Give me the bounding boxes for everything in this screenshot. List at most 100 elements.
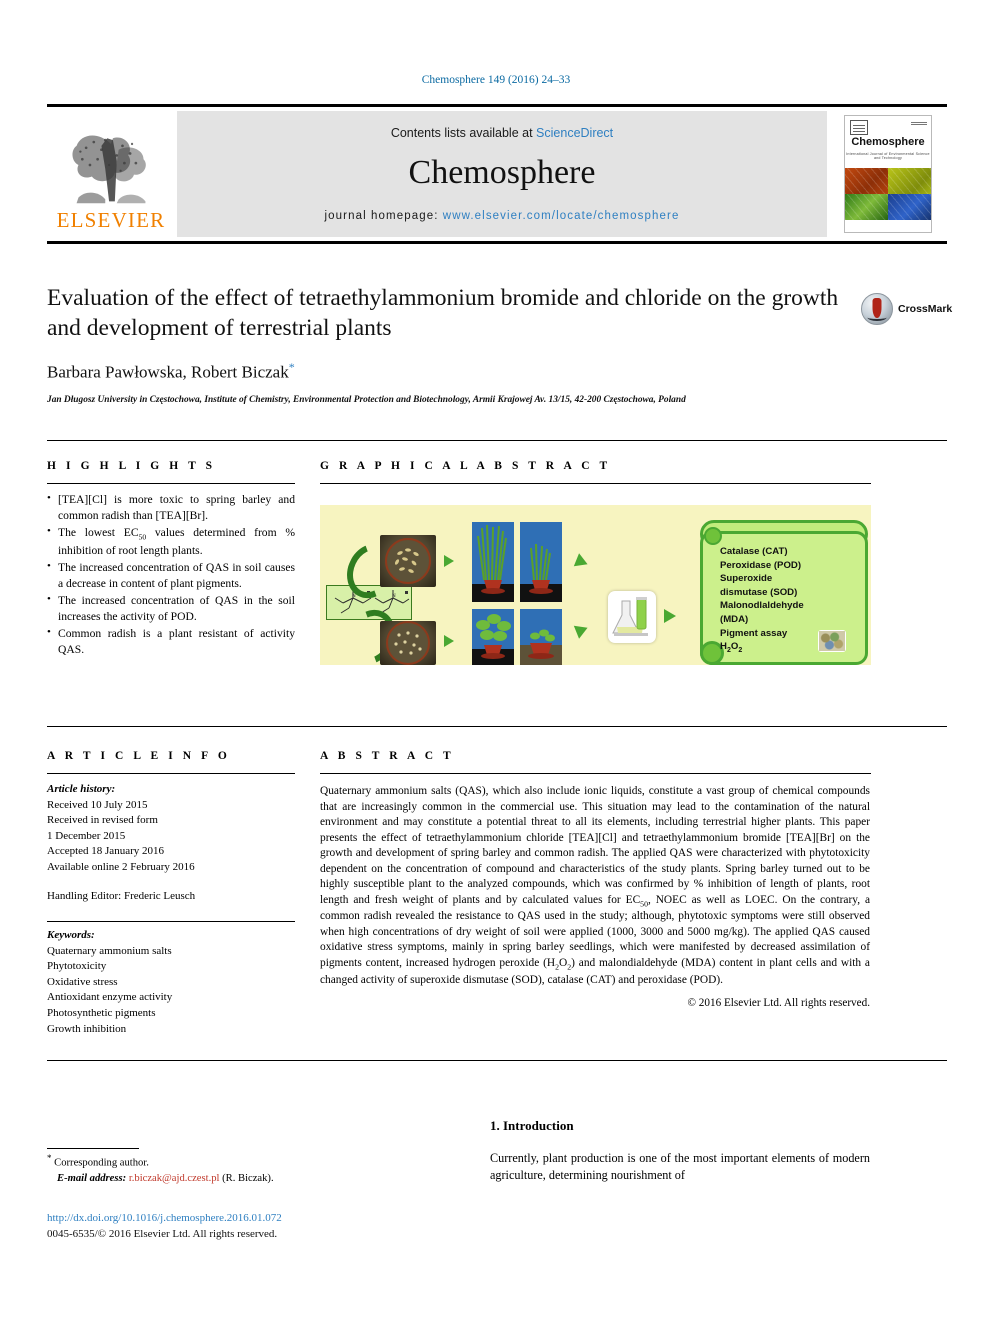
graphical-abstract-figure: N N Catalase (CAT) Peroxidase (POD) Supe…: [320, 505, 871, 665]
journal-masthead: ELSEVIER Contents lists available at Sci…: [47, 104, 947, 244]
cover-leaf-grid: [845, 168, 931, 220]
received-date: Received 10 July 2015: [47, 798, 148, 811]
email-owner: (R. Biczak).: [222, 1172, 274, 1184]
radish-seeds-icon: [386, 621, 430, 665]
cover-elsevier-icon: [850, 120, 868, 135]
highlight-text: Common radish is a plant resistant of ac…: [58, 627, 295, 656]
contents-prefix: Contents lists available at: [390, 126, 533, 140]
title-block: Evaluation of the effect of tetraethylam…: [47, 283, 952, 407]
keywords-label: Keywords:: [47, 929, 95, 941]
cover-corner-mark-icon: [911, 121, 927, 125]
introduction-heading: 1. Introduction: [490, 1118, 574, 1133]
barley-seed-pot-image: [380, 535, 436, 587]
keyword-item: Antioxidant enzyme activity: [47, 991, 173, 1004]
divider-above-article-info: [47, 726, 947, 727]
journal-cover-thumbnail: Chemosphere International Journal of Env…: [829, 107, 947, 241]
highlight-text: The increased concentration of QAS in th…: [58, 594, 295, 623]
cover-leaf-blue: [888, 194, 931, 220]
homepage-link[interactable]: www.elsevier.com/locate/chemosphere: [443, 210, 680, 222]
footnote-block: * Corresponding author. E-mail address: …: [47, 1152, 347, 1186]
cover-leaf-green: [845, 194, 888, 220]
revised-label: Received in revised form: [47, 814, 158, 827]
highlight-text: [TEA][Cl] is more toxic to spring barley…: [58, 493, 295, 522]
author-list: Barbara Pawłowska, Robert Biczak*: [47, 360, 947, 383]
keyword-item: Photosynthetic pigments: [47, 1007, 156, 1020]
elsevier-wordmark: ELSEVIER: [56, 208, 166, 232]
assay-item: Peroxidase (POD): [720, 559, 802, 571]
cover-bottom: [845, 220, 931, 230]
abstract-body: Quaternary ammonium salts (QAS), which a…: [320, 784, 870, 988]
email-link[interactable]: r.biczak@ajd.czest.pl: [129, 1173, 220, 1184]
list-item: The increased concentration of QAS in th…: [47, 592, 295, 624]
list-item: [TEA][Cl] is more toxic to spring barley…: [47, 491, 295, 523]
radish-seed-pot-image: [380, 621, 436, 665]
assay-item: Superoxide: [720, 573, 773, 585]
assay-item: dismutase (SOD): [720, 586, 798, 598]
cover-journal-name: Chemosphere: [851, 136, 925, 148]
cover-top: Chemosphere International Journal of Env…: [845, 116, 931, 168]
affiliation: Jan Długosz University in Częstochowa, I…: [47, 394, 686, 405]
divider-above-highlights: [47, 440, 947, 441]
highlights-section: [TEA][Cl] is more toxic to spring barley…: [47, 491, 295, 659]
crossmark-label: CrossMark: [898, 303, 953, 315]
barley-short-plant-image: [520, 522, 562, 602]
page-title: Evaluation of the effect of tetraethylam…: [47, 285, 839, 342]
keywords-section: Keywords: Quaternary ammonium salts Phyt…: [47, 928, 295, 1037]
journal-center-panel: Contents lists available at ScienceDirec…: [177, 111, 827, 237]
elsevier-logo: ELSEVIER: [47, 107, 175, 241]
barley-short-icon: [520, 522, 562, 602]
crossmark-badge[interactable]: CrossMark: [861, 287, 952, 331]
introduction-paragraph: Currently, plant production is one of th…: [490, 1151, 870, 1182]
lab-analysis-image: [608, 591, 656, 643]
journal-article-page: Chemosphere 149 (2016) 24–33 ELSEVIER Co…: [0, 0, 992, 1323]
assay-item: (MDA): [720, 614, 749, 626]
corresponding-author-label: Corresponding author.: [54, 1157, 149, 1169]
abstract-section: Quaternary ammonium salts (QAS), which a…: [320, 784, 870, 1009]
divider-abstract: [320, 773, 871, 774]
arrow-right-icon: [444, 555, 454, 567]
sciencedirect-link[interactable]: ScienceDirect: [536, 126, 613, 140]
cover-image: Chemosphere International Journal of Env…: [844, 115, 932, 233]
keyword-item: Quaternary ammonium salts: [47, 944, 172, 957]
journal-homepage-line: journal homepage: www.elsevier.com/locat…: [325, 210, 680, 222]
divider-graphical-abstract: [320, 483, 871, 484]
highlights-list: [TEA][Cl] is more toxic to spring barley…: [47, 491, 295, 657]
email-note: E-mail address: r.biczak@ajd.czest.pl (R…: [47, 1171, 347, 1186]
cover-leaf-orange: [845, 168, 888, 194]
scroll-curl-left-icon: [704, 527, 722, 545]
flask-and-tube-icon: [612, 597, 648, 636]
footnote-star: *: [47, 1153, 52, 1163]
contents-line: Contents lists available at ScienceDirec…: [391, 126, 613, 140]
corresponding-author-note: * Corresponding author.: [47, 1152, 347, 1171]
accepted-date: Accepted 18 January 2016: [47, 845, 164, 858]
homepage-prefix: journal homepage:: [324, 210, 439, 222]
journal-title: Chemosphere: [408, 154, 596, 191]
assay-item: Malonodlaldehyde: [720, 600, 804, 612]
corresponding-author-marker: *: [288, 360, 295, 375]
protein-structure-icon: [818, 630, 846, 652]
divider-article-info: [47, 773, 295, 774]
radish-small-icon: [520, 609, 562, 665]
available-online-date: Available online 2 February 2016: [47, 861, 195, 874]
doi-link[interactable]: http://dx.doi.org/10.1016/j.chemosphere.…: [47, 1212, 282, 1224]
keyword-item: Growth inhibition: [47, 1022, 127, 1035]
elsevier-tree-icon: [72, 135, 146, 204]
divider-below-abstract: [47, 1060, 947, 1061]
svg-text:N: N: [392, 593, 396, 599]
abstract-sub-1: 50: [640, 898, 648, 908]
highlights-heading: H I G H L I G H T S: [47, 460, 216, 472]
assay-item: Catalase (CAT): [720, 546, 788, 557]
barley-tall-icon: [472, 522, 514, 602]
author-names: Barbara Pawłowska, Robert Biczak: [47, 362, 289, 382]
keyword-item: Phytotoxicity: [47, 960, 107, 973]
arrow-to-results-icon: [664, 609, 676, 623]
issn-copyright-line: 0045-6535/© 2016 Elsevier Ltd. All right…: [47, 1228, 278, 1240]
radish-large-plant-image: [472, 609, 514, 665]
divider-highlights: [47, 483, 295, 484]
keyword-item: Oxidative stress: [47, 975, 118, 988]
copyright-line: © 2016 Elsevier Ltd. All rights reserved…: [687, 997, 871, 1010]
seeds-icon: [385, 538, 431, 584]
list-item: Common radish is a plant resistant of ac…: [47, 625, 295, 657]
highlight-text: The increased concentration of QAS in so…: [58, 561, 295, 590]
list-item: The increased concentration of QAS in so…: [47, 559, 295, 591]
